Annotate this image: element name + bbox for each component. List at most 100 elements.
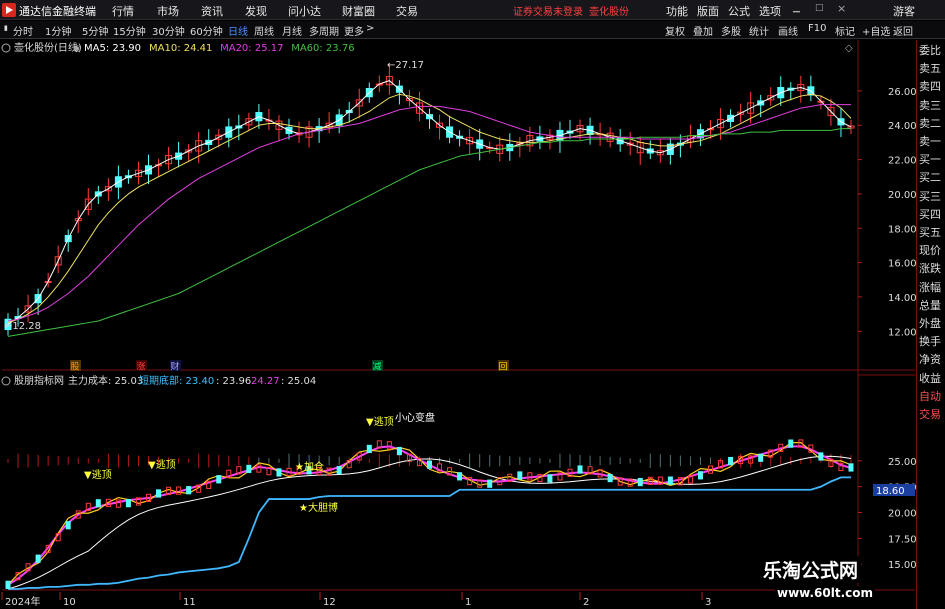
quote-side-panel: 委比卖五卖四卖三卖二卖一买一买二买三买四买五现价涨跌涨幅总量外盘换手净资收益自动…	[916, 40, 945, 609]
quote-panel-item-14[interactable]: 总量	[919, 299, 941, 312]
sub-candle	[728, 456, 734, 466]
x-tick-label: 11	[183, 597, 196, 608]
quote-panel-item-2[interactable]: 卖四	[919, 80, 941, 93]
quote-panel-item-20[interactable]: 交易	[919, 408, 941, 421]
quote-panel-item-11[interactable]: 现价	[919, 244, 941, 257]
ma-line-MA5	[7, 80, 852, 325]
sub-candle	[517, 471, 523, 480]
chart-canvas[interactable]: 12.00 14.00 16.00 18.00 20.00 22.00 24.00 26.00…	[0, 0, 945, 609]
sub-candle	[156, 489, 162, 498]
sub-candle	[95, 499, 101, 508]
signal-annotation-2: ▼逃顶	[366, 415, 394, 428]
sub-value-3: 24.27	[251, 376, 280, 387]
sub-candle	[697, 471, 703, 480]
quote-panel-item-8[interactable]: 买三	[919, 190, 941, 203]
short-bottom-line	[8, 476, 851, 590]
ma-toggle-icon: ◉	[73, 44, 81, 54]
short-bottom-label: 短期底部: 23.40	[139, 374, 214, 387]
sub-candle	[637, 477, 643, 487]
sub-candle	[667, 476, 673, 485]
quote-panel-item-7[interactable]: 买二	[919, 171, 941, 184]
signal-annotation-0: ▼逃顶	[148, 458, 176, 471]
sub-value-2: : 23.96	[216, 376, 251, 387]
sub-candle	[366, 444, 372, 454]
quote-panel-item-5[interactable]: 卖一	[919, 135, 941, 148]
low-price-label: ←12.28	[4, 321, 41, 332]
quote-panel-item-17[interactable]: 净资	[919, 353, 941, 366]
main-y-tick-label: 14.00	[888, 293, 917, 304]
main-y-tick-label: 12.00	[888, 327, 917, 338]
event-marker-1: 涨	[137, 362, 146, 373]
main-stock-label: 壶化股份(日线)	[14, 41, 82, 54]
quote-panel-item-13[interactable]: 涨幅	[919, 281, 941, 294]
indicator-name: 股朋指标网	[14, 374, 64, 387]
sub-candle	[336, 465, 342, 475]
sub-candle	[607, 473, 613, 483]
sub-candle	[246, 464, 252, 474]
sub-candle	[256, 464, 262, 473]
ma-legend-1: MA10: 24.41	[149, 43, 212, 54]
sub-candle	[788, 439, 794, 448]
sub-candle	[65, 521, 71, 530]
quote-panel-item-16[interactable]: 换手	[919, 335, 941, 348]
chart-settings-icon	[1, 43, 11, 53]
main-y-tick-label: 22.00	[888, 156, 917, 167]
sub-candle	[487, 479, 493, 488]
slow-cost-line	[7, 455, 852, 590]
quote-panel-item-15[interactable]: 外盘	[919, 317, 941, 330]
quote-panel-item-4[interactable]: 卖二	[919, 117, 941, 130]
quote-panel-item-1[interactable]: 卖五	[919, 62, 941, 75]
sub-candle	[547, 474, 553, 483]
ma-legend-2: MA20: 25.17	[220, 43, 283, 54]
sub-candle	[186, 486, 192, 495]
quote-panel-item-12[interactable]: 涨跌	[919, 262, 941, 275]
main-y-tick-label: 16.00	[888, 259, 917, 270]
x-tick-label: 10	[63, 597, 76, 608]
signal-annotation-4: ★加仓	[295, 460, 324, 473]
quote-panel-item-3[interactable]: 卖三	[919, 99, 941, 112]
sub-settings-icon	[1, 376, 11, 386]
quote-panel-item-9[interactable]: 买四	[919, 208, 941, 221]
sub-candle	[216, 475, 222, 484]
event-marker-2: 财	[171, 361, 180, 373]
quote-panel-item-19[interactable]: 自动	[919, 390, 941, 403]
quote-panel-item-18[interactable]: 收益	[919, 372, 941, 385]
diamond-icon: ◇	[845, 43, 853, 54]
sub-candle	[758, 453, 764, 462]
ma-legend-3: MA60: 23.76	[291, 43, 354, 54]
sub-value-4: : 25.04	[281, 376, 316, 387]
sub-candle	[396, 446, 402, 456]
sub-candle	[5, 580, 11, 589]
main-y-tick-label: 24.00	[888, 121, 917, 132]
main-y-tick-label: 20.00	[888, 190, 917, 201]
x-tick-label: 1	[465, 597, 471, 608]
event-marker-0: 股	[71, 362, 80, 373]
sub-candle	[457, 472, 463, 481]
signal-annotation-1: ▼逃顶	[84, 468, 112, 481]
high-price-label: ←27.17	[387, 60, 424, 71]
main-cost-label: 主力成本: 25.03	[68, 374, 143, 387]
sub-y-tick-label: 15.00	[888, 560, 917, 571]
site-url-watermark: www.60lt.com	[775, 586, 876, 600]
sub-candle	[427, 460, 432, 469]
main-y-tick-label: 26.00	[888, 87, 917, 98]
sub-candle	[577, 465, 583, 474]
event-marker-4: 回	[499, 362, 508, 373]
sub-y-tick-label: 17.50	[888, 534, 917, 545]
sub-candle	[818, 452, 824, 461]
site-watermark: 乐淘公式网	[760, 556, 862, 583]
sub-candle	[276, 468, 282, 477]
quote-panel-item-0[interactable]: 委比	[919, 44, 941, 57]
event-marker-3: 减	[373, 361, 382, 373]
x-tick-label: 12	[323, 597, 336, 608]
main-y-tick-label: 18.00	[888, 224, 917, 235]
quote-panel-item-10[interactable]: 买五	[919, 226, 941, 239]
x-tick-label: 2024年	[5, 595, 40, 608]
x-tick-label: 2	[583, 597, 589, 608]
signal-annotation-5: ★大胆博	[299, 501, 338, 514]
ma-line-MA60	[7, 128, 851, 337]
quote-panel-item-6[interactable]: 买一	[919, 153, 941, 166]
ma-legend-0: MA5: 23.90	[84, 43, 141, 54]
current-price-tag: 18.60	[876, 486, 905, 497]
sub-candle	[35, 554, 41, 563]
